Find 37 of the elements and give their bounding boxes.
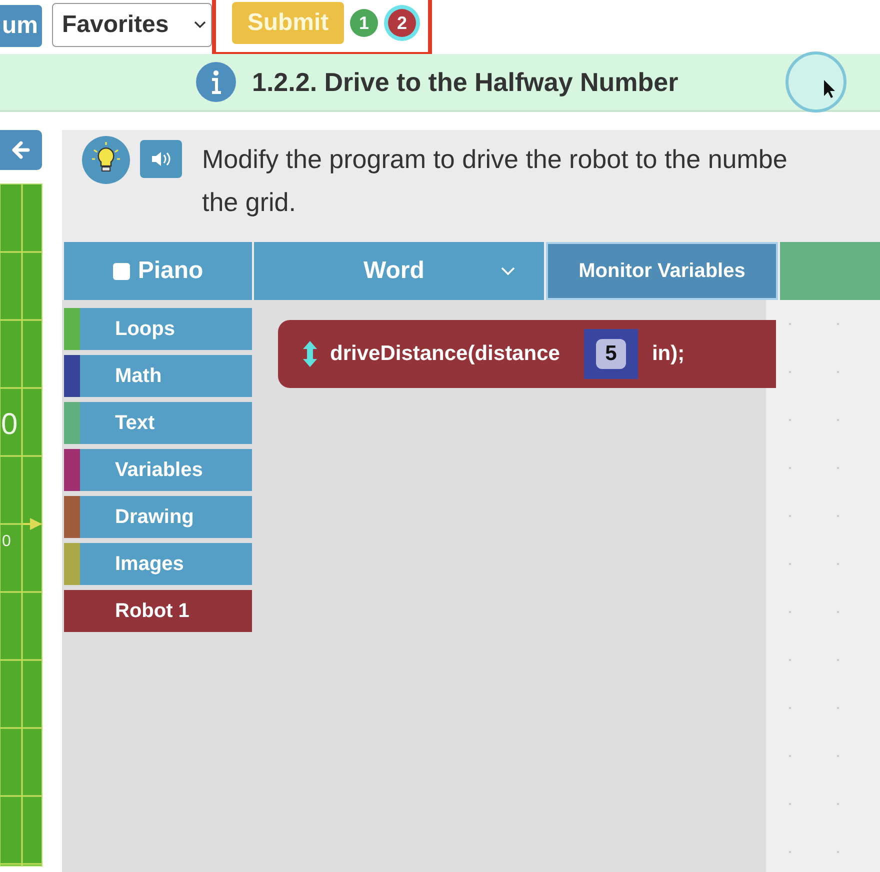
menu-button[interactable]: um: [0, 5, 42, 47]
language-dropdown[interactable]: Word: [254, 242, 544, 300]
toggle-label: Piano: [138, 257, 204, 285]
code-text: in);: [652, 342, 685, 366]
category-item[interactable]: Robot 1: [64, 590, 252, 632]
grid-label: 0: [2, 533, 11, 550]
code-block[interactable]: driveDistance(distance 5 in);: [278, 320, 776, 388]
piano-toggle[interactable]: Piano: [64, 242, 252, 300]
dropdown-label: Word: [364, 257, 424, 285]
cursor-highlight-icon: [784, 50, 848, 114]
info-icon[interactable]: [196, 62, 236, 102]
favorites-select[interactable]: Favorites: [52, 3, 212, 47]
category-item[interactable]: Math: [64, 355, 252, 397]
arrow-left-icon: [11, 141, 31, 159]
category-item[interactable]: Variables: [64, 449, 252, 491]
speaker-button[interactable]: [140, 140, 182, 178]
lesson-title: 1.2.2. Drive to the Halfway Number: [252, 66, 678, 98]
lightbulb-icon[interactable]: [82, 136, 130, 184]
status-badge[interactable]: 2: [388, 9, 416, 37]
chevron-icon: [193, 20, 207, 30]
instruction-text: Modify the program to drive the robot to the numbe the grid.: [202, 143, 788, 219]
checkbox[interactable]: [112, 262, 130, 280]
arrow-right-icon: [23, 518, 42, 530]
category-item[interactable]: Drawing: [64, 496, 252, 538]
back-button[interactable]: [0, 130, 42, 170]
grid-label: 0: [1, 408, 18, 441]
status-badge[interactable]: 1: [350, 9, 378, 37]
category-item[interactable]: Loops: [64, 308, 252, 350]
category-item[interactable]: Text: [64, 402, 252, 444]
up-down-arrow-icon: [302, 341, 318, 367]
speaker-icon: [150, 150, 172, 168]
category-item[interactable]: Images: [64, 543, 252, 585]
number-field[interactable]: 5: [596, 339, 626, 369]
code-text: driveDistance(distance: [330, 342, 560, 366]
chevron-icon: [500, 266, 516, 276]
submit-button[interactable]: Submit: [232, 2, 344, 44]
monitor-variables-button[interactable]: Monitor Variables: [546, 242, 778, 300]
